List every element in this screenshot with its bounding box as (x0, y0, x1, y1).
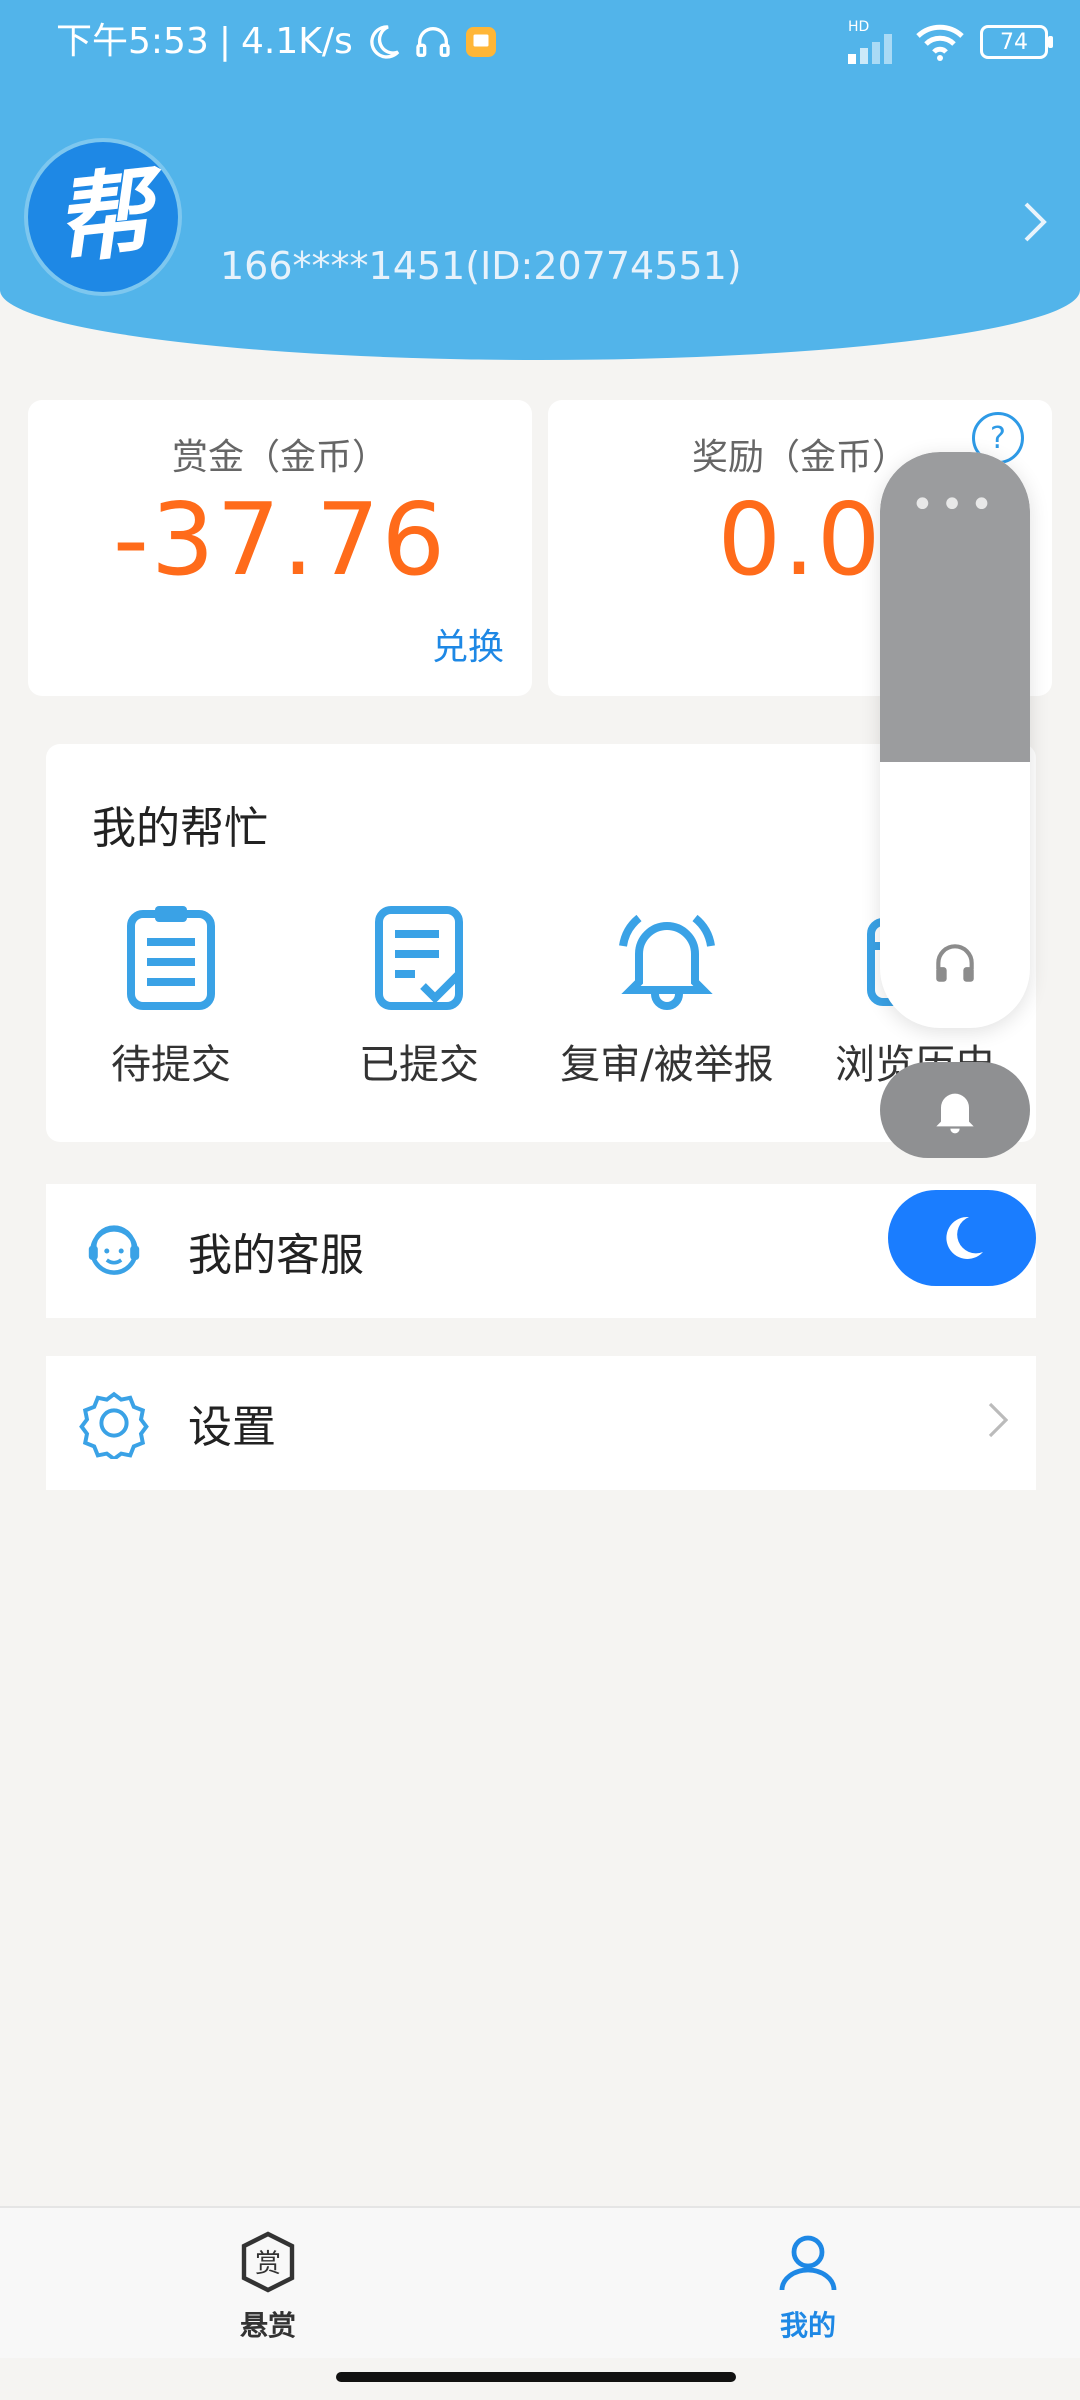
avatar[interactable]: 帮 (28, 142, 178, 292)
dark-mode-toggle[interactable] (888, 1190, 1036, 1286)
nav-mine[interactable]: 我的 (728, 2230, 888, 2344)
bell-icon (936, 1093, 974, 1134)
nav-bounty[interactable]: 赏 悬赏 (188, 2230, 348, 2344)
checked-doc-icon (375, 906, 463, 1010)
my-help-title: 我的帮忙 (92, 803, 268, 854)
bounty-label: 赏金（金币） (171, 437, 388, 478)
hd-label: HD (848, 19, 870, 35)
gear-icon (79, 1391, 149, 1459)
status-time: 下午5:53 (56, 21, 209, 62)
profile-chevron-icon[interactable] (1022, 200, 1048, 254)
help-item-label: 复审/被举报 (560, 1042, 774, 1088)
divider: | (218, 21, 231, 62)
user-id: 166****1451(ID:20774551) (220, 244, 742, 288)
bottom-nav: 赏 悬赏 我的 (0, 2206, 1080, 2358)
customer-service-icon (88, 1225, 140, 1275)
moon-icon (369, 25, 399, 59)
logo-glyph: 帮 (49, 156, 157, 278)
chevron-right-icon (988, 1399, 1009, 1448)
menu-customer-service[interactable]: 我的客服 (46, 1184, 1036, 1318)
help-item-pending[interactable]: 待提交 (46, 902, 296, 1102)
status-bar-left: 下午5:53 | 4.1K/s (56, 18, 499, 66)
user-icon (779, 2235, 837, 2291)
signal-icon (848, 34, 892, 64)
menu-settings[interactable]: 设置 (46, 1356, 1036, 1490)
menu-label: 我的客服 (188, 1230, 364, 1281)
bounty-card: 赏金（金币） -37.76 兑换 (28, 400, 532, 696)
moon-icon (946, 1216, 983, 1259)
bounty-icon-char: 赏 (255, 2249, 281, 2279)
help-item-review[interactable]: 复审/被举报 (542, 902, 792, 1102)
battery-icon: 74 (980, 25, 1053, 59)
status-bar-right: HD 74 (848, 18, 1053, 66)
app-notification-icon (465, 27, 496, 57)
clipboard-icon (127, 906, 215, 1010)
home-indicator (336, 2372, 736, 2382)
battery-level: 74 (1000, 29, 1028, 55)
more-icon[interactable]: ••• (880, 482, 1030, 528)
menu-label: 设置 (188, 1402, 276, 1453)
help-item-label: 已提交 (359, 1042, 479, 1088)
bounty-amount: -37.76 (112, 481, 448, 598)
floating-panel-handle[interactable]: ••• (880, 452, 1030, 762)
floating-control-panel[interactable]: ••• (880, 452, 1030, 1028)
wifi-icon (916, 24, 964, 61)
headphone-icon (416, 27, 450, 57)
net-speed: 4.1K/s (240, 21, 353, 62)
nav-mine-label: 我的 (779, 2309, 836, 2342)
bounty-icon: 赏 (241, 2231, 295, 2293)
help-item-submitted[interactable]: 已提交 (294, 902, 544, 1102)
nav-bounty-label: 悬赏 (239, 2309, 296, 2342)
notification-toggle[interactable] (880, 1062, 1030, 1158)
headphone-icon[interactable] (930, 938, 980, 988)
exchange-link[interactable]: 兑换 (432, 618, 504, 670)
bell-icon (619, 914, 715, 1010)
help-item-label: 待提交 (111, 1042, 231, 1088)
